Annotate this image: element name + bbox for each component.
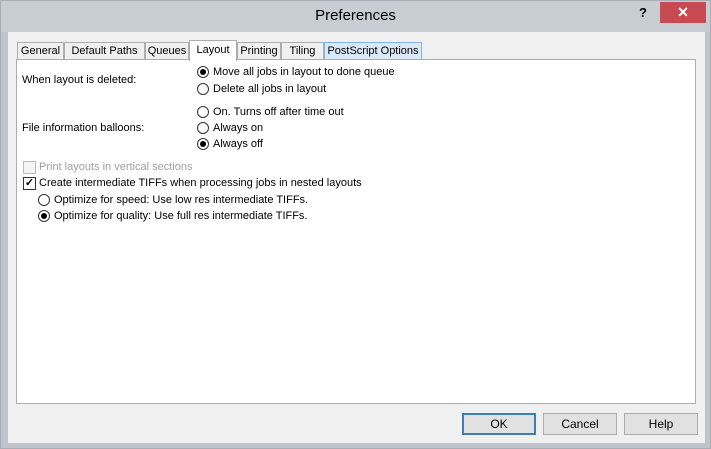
checkbox-create-intermediate-tiffs[interactable]: ✓ <box>23 177 36 190</box>
radio-balloons-always-off-label[interactable]: Always off <box>213 138 263 150</box>
tab-postscript-options[interactable]: PostScript Options <box>324 42 422 60</box>
radio-optimize-speed[interactable] <box>38 194 50 206</box>
checkbox-print-vertical-sections[interactable] <box>23 161 36 174</box>
layout-tab-panel: When layout is deleted: Move all jobs in… <box>16 59 696 404</box>
checkbox-create-intermediate-tiffs-label[interactable]: Create intermediate TIFFs when processin… <box>39 177 362 189</box>
radio-move-jobs-to-done-label[interactable]: Move all jobs in layout to done queue <box>213 66 395 78</box>
tab-general[interactable]: General <box>17 42 64 60</box>
dialog-client-area: General Default Paths Queues Layout Prin… <box>8 32 705 443</box>
radio-move-jobs-to-done[interactable] <box>197 66 209 78</box>
ok-button[interactable]: OK <box>462 413 536 435</box>
cancel-button[interactable]: Cancel <box>543 413 617 435</box>
tab-printing[interactable]: Printing <box>237 42 281 60</box>
checkbox-print-vertical-sections-label: Print layouts in vertical sections <box>39 161 193 173</box>
file-info-balloons-label: File information balloons: <box>22 122 145 134</box>
radio-delete-jobs-label[interactable]: Delete all jobs in layout <box>213 83 326 95</box>
help-icon[interactable]: ? <box>635 5 651 23</box>
radio-balloons-timeout[interactable] <box>197 106 209 118</box>
radio-delete-jobs[interactable] <box>197 83 209 95</box>
tab-layout[interactable]: Layout <box>189 40 237 61</box>
radio-optimize-speed-label[interactable]: Optimize for speed: Use low res intermed… <box>54 194 308 206</box>
radio-balloons-always-off[interactable] <box>197 138 209 150</box>
radio-optimize-quality-label[interactable]: Optimize for quality: Use full res inter… <box>54 210 308 222</box>
tab-queues[interactable]: Queues <box>145 42 189 60</box>
radio-balloons-always-on[interactable] <box>197 122 209 134</box>
radio-balloons-timeout-label[interactable]: On. Turns off after time out <box>213 106 344 118</box>
tab-tiling[interactable]: Tiling <box>281 42 324 60</box>
tab-default-paths[interactable]: Default Paths <box>64 42 145 60</box>
title-bar[interactable]: Preferences ? ✕ <box>1 1 710 32</box>
close-icon[interactable]: ✕ <box>660 2 706 23</box>
help-button[interactable]: Help <box>624 413 698 435</box>
radio-balloons-always-on-label[interactable]: Always on <box>213 122 263 134</box>
radio-optimize-quality[interactable] <box>38 210 50 222</box>
preferences-window: Preferences ? ✕ General Default Paths Qu… <box>0 0 711 449</box>
layout-deleted-label: When layout is deleted: <box>22 74 137 86</box>
window-title: Preferences <box>315 7 396 24</box>
